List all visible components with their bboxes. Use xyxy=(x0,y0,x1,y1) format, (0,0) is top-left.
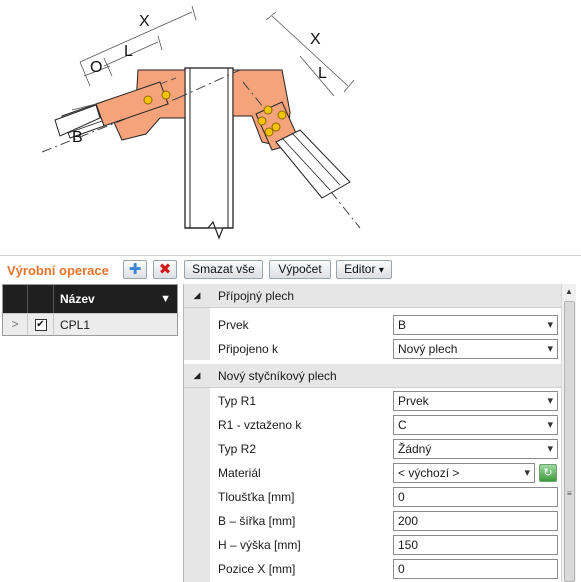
prop-name: Připojeno k xyxy=(218,342,279,356)
row-checkbox[interactable]: ✔ xyxy=(34,318,47,331)
prop-name: Pozice X [mm] xyxy=(218,562,296,576)
section-label: Přípojný plech xyxy=(218,288,295,303)
delete-x-icon: ✖ xyxy=(158,261,172,278)
scroll-up-icon[interactable]: ▲ xyxy=(562,284,576,299)
column-member xyxy=(184,67,234,240)
diagram-canvas: X L O B X L xyxy=(41,5,361,240)
thickness-input[interactable]: 0 xyxy=(393,487,558,507)
prop-name: Typ R1 xyxy=(218,394,257,408)
dim-label-x-left: X xyxy=(139,13,150,30)
property-scrollbar[interactable]: ▲ ≡ xyxy=(561,284,576,582)
calculate-button[interactable]: Výpočet xyxy=(269,260,331,279)
header-name-label: Název xyxy=(60,292,95,306)
row-expander-icon[interactable]: > xyxy=(3,314,28,335)
operations-grid: Název ▼ > ✔ CPL1 xyxy=(2,284,178,336)
type-r1-select[interactable]: Prvek xyxy=(393,391,558,411)
section-new-gusset-plate[interactable]: ◢ Nový styčníkový plech xyxy=(184,364,562,388)
prop-name: Typ R2 xyxy=(218,442,257,456)
filter-icon[interactable]: ▼ xyxy=(160,293,171,305)
dim-label-b-left: B xyxy=(72,129,83,146)
header-name-cell[interactable]: Název ▼ xyxy=(54,292,177,306)
header-check-cell xyxy=(28,285,54,313)
table-row[interactable]: > ✔ CPL1 xyxy=(3,313,177,335)
dim-label-x-right: X xyxy=(310,31,321,48)
prop-row-height: H – výška [mm] 150 xyxy=(210,533,562,557)
type-r2-select[interactable]: Žádný xyxy=(393,439,558,459)
dim-label-l-left: L xyxy=(124,43,133,60)
refresh-icon[interactable]: ↻ xyxy=(539,464,557,482)
collapse-triangle-icon[interactable]: ◢ xyxy=(184,370,210,381)
prop-name: Materiál xyxy=(218,466,261,480)
dim-label-l-right: L xyxy=(318,65,327,82)
prop-name: H – výška [mm] xyxy=(218,538,301,552)
section-gutter xyxy=(184,308,210,360)
section-label: Nový styčníkový plech xyxy=(218,368,337,383)
grid-header: Název ▼ xyxy=(3,285,177,313)
position-x-input[interactable]: 0 xyxy=(393,559,558,579)
row-name: CPL1 xyxy=(60,317,91,332)
collapse-triangle-icon[interactable]: ◢ xyxy=(184,290,210,301)
prop-row-type-r2: Typ R2 Žádný xyxy=(210,437,562,461)
section-gutter xyxy=(184,388,210,582)
row-check-cell[interactable]: ✔ xyxy=(28,314,54,335)
material-select[interactable]: < výchozí > xyxy=(393,463,535,483)
operations-toolbar: Výrobní operace ✚ ✖ Smazat vše Výpočet E… xyxy=(0,257,581,283)
prop-name: Prvek xyxy=(218,318,249,332)
dim-label-o-left: O xyxy=(90,59,102,76)
grip-icon: ≡ xyxy=(567,489,572,498)
right-member xyxy=(255,101,351,199)
prop-name: B – šířka [mm] xyxy=(218,514,296,528)
prop-name: R1 - vztaženo k xyxy=(218,418,302,432)
connected-to-select[interactable]: Nový plech xyxy=(393,339,558,359)
plus-icon: ✚ xyxy=(128,261,142,278)
chevron-down-icon: ▾ xyxy=(378,265,384,276)
delete-operation-button[interactable]: ✖ xyxy=(153,260,177,279)
editor-dropdown-button[interactable]: Editor ▾ xyxy=(336,260,392,279)
header-expander-cell xyxy=(3,285,28,313)
height-input[interactable]: 150 xyxy=(393,535,558,555)
prop-row-thickness: Tloušťka [mm] 0 xyxy=(210,485,562,509)
connection-diagram: X L O B X L xyxy=(0,0,581,256)
prop-row-width: B – šířka [mm] 200 xyxy=(210,509,562,533)
add-operation-button[interactable]: ✚ xyxy=(123,260,147,279)
editor-label: Editor xyxy=(344,262,376,276)
clear-all-button[interactable]: Smazat vše xyxy=(184,260,263,279)
prop-row-position-x: Pozice X [mm] 0 xyxy=(210,557,562,581)
prop-row-type-r1: Typ R1 Prvek xyxy=(210,389,562,413)
r1-related-to-select[interactable]: C xyxy=(393,415,558,435)
prop-name: Tloušťka [mm] xyxy=(218,490,295,504)
property-panel: ◢ Přípojný plech Prvek B Připojeno k Nov… xyxy=(183,284,581,582)
scrollbar-thumb[interactable]: ≡ xyxy=(564,301,575,582)
prop-row-r1-related-to: R1 - vztaženo k C xyxy=(210,413,562,437)
section-connection-plate[interactable]: ◢ Přípojný plech xyxy=(184,284,562,308)
member-select[interactable]: B xyxy=(393,315,558,335)
prop-row-connected-to: Připojeno k Nový plech xyxy=(210,337,562,361)
prop-row-material: Materiál < výchozí > ↻ xyxy=(210,461,562,485)
width-input[interactable]: 200 xyxy=(393,511,558,531)
operations-title: Výrobní operace xyxy=(7,263,109,278)
prop-row-member: Prvek B xyxy=(210,313,562,337)
